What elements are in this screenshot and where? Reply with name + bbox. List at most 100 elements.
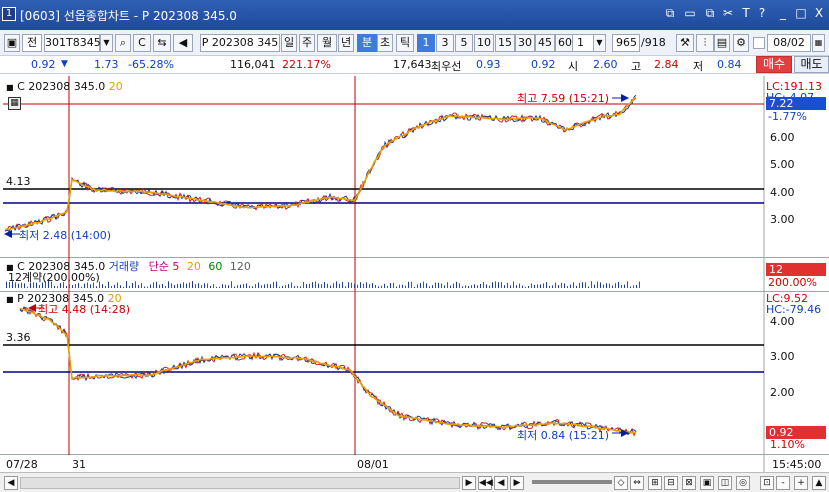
bot-max-label: 최고 4.48 (14:28) (38, 303, 131, 316)
volume-bar (282, 286, 283, 288)
volume-bar (582, 282, 583, 288)
volume-bar (375, 284, 376, 288)
volume-bar (303, 281, 304, 288)
volume-bar (285, 285, 286, 288)
grid-toggle-icon[interactable]: ▦ (8, 97, 21, 110)
volume-bar (297, 286, 298, 288)
volume-bar (507, 282, 508, 288)
x-label-0801: 08/01 (357, 458, 389, 471)
volume-bar (117, 282, 118, 288)
volume-bar (546, 282, 547, 288)
volume-bar (192, 281, 193, 288)
volume-bar (441, 283, 442, 288)
volume-bar (213, 284, 214, 288)
zoom-plus-icon[interactable]: + (794, 476, 808, 490)
tool-f-icon[interactable]: ◎ (736, 476, 750, 490)
volume-bar (96, 286, 97, 288)
volume-bar (483, 282, 484, 288)
tool-b-icon[interactable]: ⊟ (664, 476, 678, 490)
zoom-minus-icon[interactable]: - (776, 476, 790, 490)
volume-bar (393, 282, 394, 288)
volume-bar (399, 284, 400, 288)
tool-e-icon[interactable]: ◫ (718, 476, 732, 490)
volume-bar (435, 282, 436, 288)
volume-bar (270, 284, 271, 288)
volume-bar (402, 284, 403, 288)
volume-bar (456, 281, 457, 288)
volume-bar (531, 283, 532, 288)
volume-bar (165, 286, 166, 288)
volume-bar (468, 286, 469, 288)
volume-bar (288, 284, 289, 288)
volume-bar (603, 284, 604, 288)
volume-bar (426, 283, 427, 288)
volume-bar (111, 285, 112, 288)
tool-c-icon[interactable]: ⊠ (682, 476, 696, 490)
vol-badge: 12 (766, 263, 826, 276)
volume-bar (168, 281, 169, 288)
next-icon[interactable]: ▶ (510, 476, 524, 490)
volume-bar (144, 286, 145, 288)
bot-pct: 1.10% (770, 438, 805, 451)
top-y-500: 5.00 (770, 158, 795, 171)
volume-bar (408, 281, 409, 288)
volume-bar (132, 283, 133, 288)
volume-bar (594, 284, 595, 288)
volume-bar (138, 285, 139, 288)
volume-bar (294, 286, 295, 288)
volume-bar (276, 281, 277, 288)
volume-bar (300, 286, 301, 288)
scroll-track[interactable] (20, 477, 460, 489)
volume-bar (519, 283, 520, 288)
volume-bar (222, 284, 223, 288)
volume-bar (72, 285, 73, 288)
volume-bar (543, 283, 544, 288)
volume-bar (186, 283, 187, 288)
volume-bar (6, 281, 7, 288)
scroll-right-icon[interactable]: ▶ (462, 476, 476, 490)
volume-bar (549, 285, 550, 288)
volume-bar (189, 282, 190, 288)
tool-g-icon[interactable]: ⊡ (760, 476, 774, 490)
bottom-scroll-bar[interactable]: ◀ ▶ ◀◀ ◀ ▶ ◇ ⇔ ⊞ ⊟ ⊠ ▣ ◫ ◎ ⊡ - + ▲ (0, 472, 829, 492)
volume-bar (141, 283, 142, 288)
scroll-end-icon[interactable]: ▲ (812, 476, 826, 490)
volume-bar (291, 282, 292, 288)
volume-bar (462, 286, 463, 288)
vol-ma-5: 5 (172, 260, 180, 273)
volume-bar (576, 285, 577, 288)
volume-bar (633, 285, 634, 288)
volume-bar (162, 284, 163, 288)
volume-bar (555, 282, 556, 288)
zoom-slider[interactable] (532, 480, 612, 484)
volume-bar (498, 282, 499, 288)
volume-bar (384, 283, 385, 288)
volume-bar (123, 286, 124, 288)
volume-bar (327, 283, 328, 288)
volume-bar (522, 285, 523, 288)
bot-price-line-2 (19, 306, 637, 436)
top-pct: -1.77% (768, 110, 807, 123)
prev-icon[interactable]: ◀ (494, 476, 508, 490)
zoom-icon[interactable]: ◇ (614, 476, 628, 490)
vol-ma-60: 60 (208, 260, 223, 273)
vol-legend-ma: 단순 (148, 260, 169, 273)
volume-bar (639, 281, 640, 288)
tool-d-icon[interactable]: ▣ (700, 476, 714, 490)
volume-bar (39, 285, 40, 288)
first-icon[interactable]: ◀◀ (478, 476, 493, 490)
volume-bar (246, 283, 247, 288)
volume-bar (615, 283, 616, 288)
volume-bar (159, 284, 160, 288)
pan-icon[interactable]: ⇔ (630, 476, 644, 490)
volume-bar (267, 283, 268, 288)
volume-bar (54, 285, 55, 288)
scroll-left-icon[interactable]: ◀ (4, 476, 18, 490)
volume-bar (324, 282, 325, 288)
volume-bar (147, 286, 148, 288)
tool-a-icon[interactable]: ⊞ (648, 476, 662, 490)
volume-bar (234, 286, 235, 288)
volume-bar (126, 281, 127, 288)
volume-bar (423, 281, 424, 288)
volume-bar (504, 285, 505, 288)
